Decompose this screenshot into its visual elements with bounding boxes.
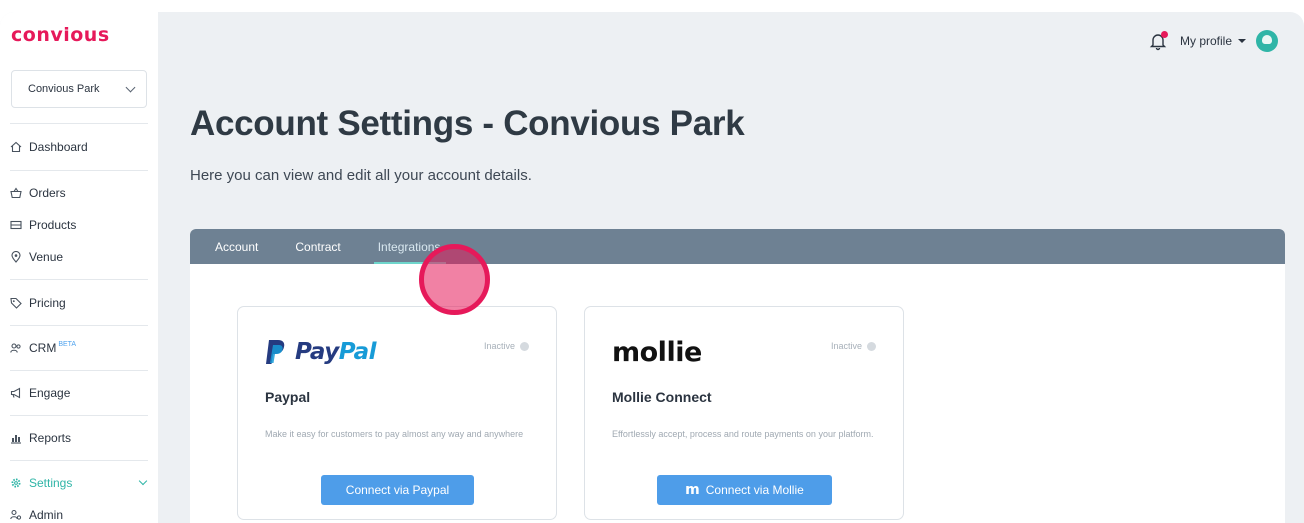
bell-icon[interactable] [1148, 31, 1168, 51]
integration-description: Make it easy for customers to pay almost… [265, 429, 524, 439]
chevron-down-icon [125, 82, 136, 92]
sidebar-item-label: Pricing [29, 296, 66, 310]
megaphone-icon [10, 387, 22, 399]
admin-icon [10, 509, 22, 521]
paypal-card: PayPal Inactive Paypal Make it easy for … [237, 306, 557, 520]
tag-icon [10, 297, 22, 309]
sidebar-item-pricing[interactable]: Pricing [10, 293, 150, 313]
basket-icon [10, 187, 22, 199]
divider [10, 279, 148, 280]
click-indicator [419, 244, 490, 315]
sidebar-item-venue[interactable]: Venue [10, 247, 150, 267]
sidebar-item-settings[interactable]: Settings [10, 473, 150, 493]
integration-name: Paypal [265, 389, 311, 405]
page-title: Account Settings - Convious Park [190, 104, 745, 143]
sidebar-item-label: Dashboard [29, 140, 88, 154]
divider [10, 123, 148, 124]
sidebar-item-dashboard[interactable]: Dashboard [10, 137, 150, 157]
connect-mollie-button[interactable]: m Connect via Mollie [657, 475, 832, 505]
mollie-logo: mollie [612, 336, 702, 368]
venue-select-value: Convious Park [28, 83, 100, 95]
location-icon [10, 251, 22, 263]
sidebar-item-products[interactable]: Products [10, 215, 150, 235]
sidebar-item-engage[interactable]: Engage [10, 383, 150, 403]
beta-badge: BETA [58, 341, 77, 348]
reports-icon [10, 432, 22, 444]
divider [10, 325, 148, 326]
status-badge: Inactive [484, 341, 529, 351]
sidebar-item-label: Orders [29, 186, 66, 200]
mollie-wordmark: mollie [612, 336, 702, 368]
mollie-icon: m [685, 482, 700, 498]
paypal-logo: PayPal [265, 337, 377, 367]
sidebar-item-label: Venue [29, 250, 64, 264]
app-window: convious Convious Park Dashboard Orders … [0, 12, 1304, 523]
convious-logo[interactable]: convious [11, 24, 110, 46]
divider [10, 415, 148, 416]
sidebar-item-label: Reports [29, 431, 72, 445]
divider [10, 370, 148, 371]
paypal-icon [266, 340, 285, 364]
settings-panel: Account Contract Integrations PayPal Ina… [190, 229, 1285, 523]
paypal-wordmark: PayPal [295, 339, 377, 365]
sidebar-item-label: Settings [29, 476, 73, 490]
sidebar-item-crm[interactable]: CRM BETA [10, 338, 150, 358]
status-badge: Inactive [831, 341, 876, 351]
integration-name: Mollie Connect [612, 389, 712, 405]
sidebar-item-label: Engage [29, 386, 71, 400]
tab-bar: Account Contract Integrations [190, 229, 1285, 264]
tab-account[interactable]: Account [215, 229, 258, 264]
venue-select[interactable]: Convious Park [11, 70, 147, 108]
screen: convious Convious Park Dashboard Orders … [0, 0, 1304, 523]
connect-paypal-button[interactable]: Connect via Paypal [321, 475, 474, 505]
notification-dot [1160, 31, 1168, 38]
profile-label[interactable]: My profile [1180, 34, 1232, 48]
sidebar-item-orders[interactable]: Orders [10, 183, 150, 203]
chevron-down-icon [138, 476, 148, 486]
caret-down-icon[interactable] [1238, 39, 1246, 43]
home-icon [10, 141, 22, 153]
sidebar-item-reports[interactable]: Reports [10, 428, 150, 448]
sidebar-item-label: CRM [29, 341, 57, 355]
divider [10, 170, 148, 171]
profile-menu[interactable]: My profile [1148, 30, 1278, 52]
avatar[interactable] [1256, 30, 1278, 52]
ticket-icon [10, 219, 22, 231]
gear-icon [10, 477, 22, 489]
divider [10, 460, 148, 461]
status-dot [520, 341, 529, 351]
integration-description: Effortlessly accept, process and route p… [612, 429, 874, 439]
page-subtitle: Here you can view and edit all your acco… [190, 167, 532, 184]
mollie-card: mollie Inactive Mollie Connect Effortles… [584, 306, 904, 520]
sidebar-item-admin[interactable]: Admin [10, 505, 150, 523]
sidebar-item-label: Admin [29, 508, 64, 522]
status-dot [867, 341, 876, 351]
people-icon [10, 342, 22, 354]
sidebar: convious Convious Park Dashboard Orders … [0, 12, 158, 523]
tab-contract[interactable]: Contract [295, 229, 340, 264]
sidebar-item-label: Products [29, 218, 77, 232]
